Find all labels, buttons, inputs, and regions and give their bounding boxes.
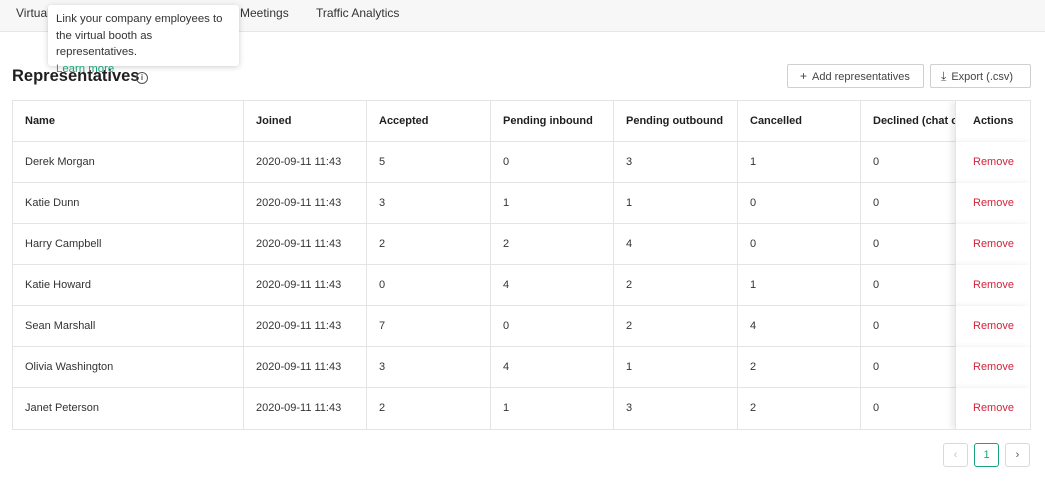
cell-accepted: 3 — [367, 347, 491, 388]
download-icon: ⤓ — [941, 69, 947, 83]
cell-joined: 2020-09-11 11:43 — [244, 224, 367, 265]
cell-declined: 0 — [861, 265, 956, 306]
cell-name: Katie Howard — [13, 265, 244, 306]
cell-name: Derek Morgan — [13, 142, 244, 183]
cell-pending-outbound: 3 — [614, 142, 738, 183]
column-header-joined[interactable]: Joined — [244, 101, 367, 142]
cell-declined: 0 — [861, 388, 956, 429]
cell-pending-outbound: 2 — [614, 306, 738, 347]
actions-cell: Remove — [955, 347, 1030, 388]
learn-more-link[interactable]: Learn more — [56, 61, 231, 78]
add-representatives-label: Add representatives — [812, 71, 910, 83]
cell-name: Olivia Washington — [13, 347, 244, 388]
cell-cancelled: 4 — [738, 306, 861, 347]
column-header-accepted[interactable]: Accepted — [367, 101, 491, 142]
cell-declined: 0 — [861, 347, 956, 388]
actions-cell: Remove — [955, 306, 1030, 347]
tab-traffic-analytics[interactable]: Traffic Analytics — [316, 6, 399, 20]
add-representatives-button[interactable]: + Add representatives — [787, 64, 924, 88]
cell-joined: 2020-09-11 11:43 — [244, 388, 367, 429]
table-row: Harry Campbell 2020-09-11 11:43 2 2 4 0 … — [13, 224, 1030, 265]
cell-accepted: 3 — [367, 183, 491, 224]
cell-pending-inbound: 0 — [491, 306, 614, 347]
cell-accepted: 2 — [367, 224, 491, 265]
cell-pending-outbound: 1 — [614, 347, 738, 388]
cell-accepted: 2 — [367, 388, 491, 429]
tab-meetings[interactable]: Meetings — [240, 6, 289, 20]
plus-icon: + — [800, 69, 808, 83]
actions-cell: Remove — [955, 183, 1030, 224]
cell-joined: 2020-09-11 11:43 — [244, 183, 367, 224]
cell-cancelled: 2 — [738, 347, 861, 388]
actions-cell: Remove — [955, 142, 1030, 183]
export-csv-label: Export (.csv) — [951, 71, 1014, 83]
table-row: Derek Morgan 2020-09-11 11:43 5 0 3 1 0 … — [13, 142, 1030, 183]
cell-pending-inbound: 4 — [491, 265, 614, 306]
table-row: Sean Marshall 2020-09-11 11:43 7 0 2 4 0… — [13, 306, 1030, 347]
info-tooltip: Link your company employees to the virtu… — [48, 5, 239, 75]
cell-cancelled: 2 — [738, 388, 861, 429]
column-header-name[interactable]: Name — [13, 101, 244, 142]
cell-pending-inbound: 1 — [491, 183, 614, 224]
tab-virtual[interactable]: Virtual — [16, 6, 50, 20]
pagination-page-1[interactable]: 1 — [974, 443, 999, 467]
cell-pending-inbound: 1 — [491, 388, 614, 429]
table-row: Olivia Washington 2020-09-11 11:43 3 4 1… — [13, 347, 1030, 388]
actions-cell: Remove — [955, 224, 1030, 265]
column-header-actions: Actions — [955, 101, 1030, 142]
cell-pending-inbound: 0 — [491, 142, 614, 183]
cell-cancelled: 1 — [738, 265, 861, 306]
cell-pending-outbound: 4 — [614, 224, 738, 265]
cell-joined: 2020-09-11 11:43 — [244, 306, 367, 347]
table-row: Janet Peterson 2020-09-11 11:43 2 1 3 2 … — [13, 388, 1030, 429]
cell-joined: 2020-09-11 11:43 — [244, 265, 367, 306]
cell-name: Harry Campbell — [13, 224, 244, 265]
column-header-pending-outbound[interactable]: Pending outbound — [614, 101, 738, 142]
cell-name: Janet Peterson — [13, 388, 244, 429]
cell-declined: 0 — [861, 183, 956, 224]
cell-name: Sean Marshall — [13, 306, 244, 347]
remove-button[interactable]: Remove — [973, 320, 1014, 332]
pagination-prev-button[interactable]: ‹ — [943, 443, 968, 467]
cell-joined: 2020-09-11 11:43 — [244, 347, 367, 388]
cell-pending-outbound: 3 — [614, 388, 738, 429]
cell-joined: 2020-09-11 11:43 — [244, 142, 367, 183]
column-header-cancelled[interactable]: Cancelled — [738, 101, 861, 142]
cell-accepted: 0 — [367, 265, 491, 306]
actions-cell: Remove — [955, 388, 1030, 429]
actions-cell: Remove — [955, 265, 1030, 306]
remove-button[interactable]: Remove — [973, 402, 1014, 414]
cell-cancelled: 1 — [738, 142, 861, 183]
cell-cancelled: 0 — [738, 224, 861, 265]
remove-button[interactable]: Remove — [973, 238, 1014, 250]
cell-pending-inbound: 2 — [491, 224, 614, 265]
cell-name: Katie Dunn — [13, 183, 244, 224]
remove-button[interactable]: Remove — [973, 197, 1014, 209]
cell-pending-outbound: 2 — [614, 265, 738, 306]
cell-declined: 0 — [861, 142, 956, 183]
column-header-pending-inbound[interactable]: Pending inbound — [491, 101, 614, 142]
remove-button[interactable]: Remove — [973, 156, 1014, 168]
table-header-row: Name Joined Accepted Pending inbound Pen… — [13, 101, 1030, 142]
tooltip-text: Link your company employees to the virtu… — [56, 13, 223, 58]
cell-declined: 0 — [861, 224, 956, 265]
pagination-next-button[interactable]: › — [1005, 443, 1030, 467]
representatives-table: Name Joined Accepted Pending inbound Pen… — [12, 100, 1031, 430]
table-row: Katie Howard 2020-09-11 11:43 0 4 2 1 0 … — [13, 265, 1030, 306]
column-header-declined[interactable]: Declined (chat o — [861, 101, 956, 142]
remove-button[interactable]: Remove — [973, 279, 1014, 291]
remove-button[interactable]: Remove — [973, 361, 1014, 373]
table-row: Katie Dunn 2020-09-11 11:43 3 1 1 0 0 Re… — [13, 183, 1030, 224]
cell-accepted: 5 — [367, 142, 491, 183]
cell-pending-inbound: 4 — [491, 347, 614, 388]
export-csv-button[interactable]: ⤓ Export (.csv) — [930, 64, 1031, 88]
cell-accepted: 7 — [367, 306, 491, 347]
cell-cancelled: 0 — [738, 183, 861, 224]
cell-pending-outbound: 1 — [614, 183, 738, 224]
cell-declined: 0 — [861, 306, 956, 347]
